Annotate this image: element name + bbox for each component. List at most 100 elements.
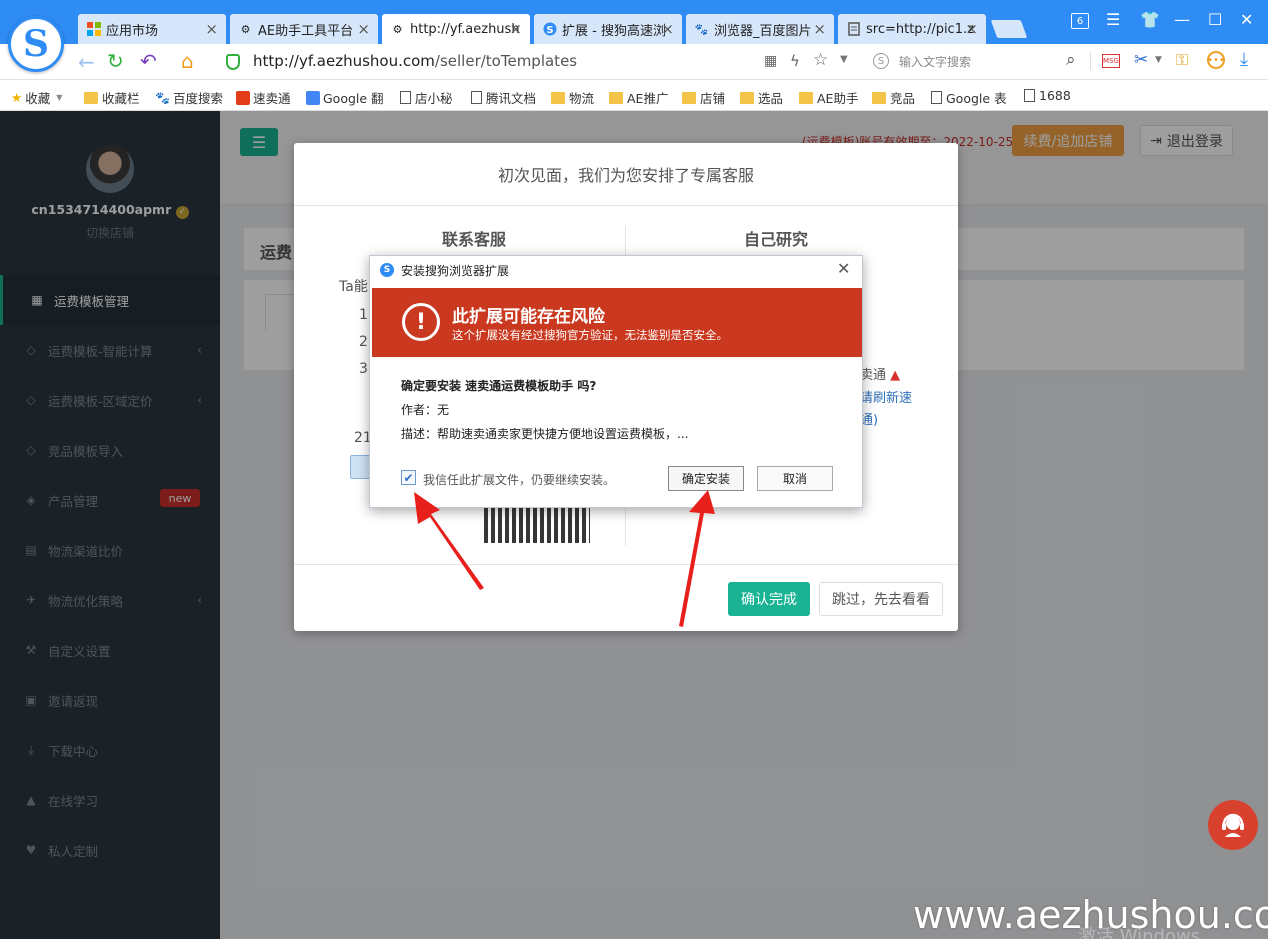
confirm-done-button[interactable]: 确认完成 [728,582,810,616]
tab-extensions[interactable]: S 扩展 - 搜狗高速浏 × [534,14,682,44]
tab-app-market[interactable]: 应用市场 × [78,14,226,44]
bookmark-favorites[interactable]: ★ 收藏 ▼ [11,88,62,107]
url-field[interactable]: http://yf.aezhushou.com/seller/toTemplat… [253,52,577,70]
bookmark-label: 百度搜索 [172,91,223,106]
bookmark-item[interactable]: 店铺 [682,88,725,107]
modal-title: 初次见面，我们为您安排了专属客服 [497,166,754,185]
right-heading: 自己研究 [744,230,809,249]
maximize-icon[interactable]: ☐ [1208,10,1222,29]
msg-icon[interactable]: MSG [1102,54,1120,68]
document-icon [846,22,861,37]
bookmark-label: AE推广 [627,91,669,106]
menu-icon[interactable]: ☰ [1106,10,1120,29]
tab-baidu-image[interactable]: 🐾 浏览器_百度图片 × [686,14,834,44]
emoji-icon[interactable]: ••• [1207,51,1225,69]
url-path: /seller/toTemplates [434,52,578,70]
folder-icon [551,91,565,104]
bookmark-item[interactable]: 物流 [551,88,594,107]
star-icon: ★ [11,90,23,105]
extension-install-dialog: S 安装搜狗浏览器扩展 ✕ ! 此扩展可能存在风险 这个扩展没有经过搜狗官方验证… [369,255,863,508]
sogou-logo[interactable]: S [8,16,64,72]
cancel-button[interactable]: 取消 [757,466,833,491]
bookmark-label: AE助手 [817,91,859,106]
bookmark-item[interactable]: AE助手 [799,88,858,107]
bookmark-item[interactable]: 店小秘 [400,88,453,107]
download-icon[interactable]: ⤓ [1240,49,1248,70]
sogou-logo-glyph: S [23,23,49,65]
undo-icon[interactable]: ↶ [140,49,157,73]
search-icon[interactable]: ⌕ [1066,50,1076,70]
divider [294,205,958,206]
url-host: http://yf.aezhushou.com [253,52,435,70]
bookmark-label: 物流 [569,91,595,106]
headset-icon [1222,813,1244,837]
document-icon [931,91,942,104]
bookmark-item[interactable]: 腾讯文档 [471,88,536,107]
baidu-paw-icon: 🐾 [694,22,709,36]
bookmark-item[interactable]: Google 翻 [306,88,384,107]
close-icon[interactable]: × [205,20,218,38]
lightning-icon[interactable]: ϟ [790,52,800,70]
bookmark-item[interactable]: 🐾 百度搜索 [155,88,223,107]
windows-activation-watermark: 激活 Windows [1078,926,1201,939]
install-question: 确定要安装 速卖通运费模板助手 吗? [401,379,597,393]
bookmark-label: 收藏 [25,91,51,106]
chevron-down-icon[interactable]: ▼ [840,54,848,65]
star-icon[interactable]: ☆ [813,50,828,70]
qr-icon[interactable]: ▦ [764,53,777,69]
google-translate-icon [306,90,320,105]
home-icon[interactable]: ⌂ [181,49,194,73]
search-input[interactable]: 输入文字搜索 [899,53,971,70]
minimize-icon[interactable]: — [1174,10,1190,29]
close-window-icon[interactable]: ✕ [1240,10,1253,29]
refresh-icon[interactable]: ↻ [107,49,124,73]
new-tab-button[interactable] [990,20,1028,38]
close-icon[interactable]: × [661,20,674,38]
refresh-link[interactable]: 请刷新速 [860,387,912,406]
bookmark-item[interactable]: Google 表 [931,88,1007,107]
bookmark-item[interactable]: 速卖通 [236,88,291,107]
qq-icon[interactable] [350,455,370,479]
close-icon[interactable]: ✕ [837,259,850,278]
bookmark-item[interactable]: AE推广 [609,88,668,107]
scissors-icon[interactable]: ✂ [1134,50,1148,70]
back-icon[interactable]: ← [78,50,95,74]
sogou-search-icon: S [873,53,889,69]
warning-subtitle: 这个扩展没有经过搜狗官方验证，无法鉴别是否安全。 [452,328,728,342]
tab-label: http://yf.aezhush [410,21,520,37]
tab-count-badge[interactable]: 6 [1071,13,1089,29]
skin-icon[interactable]: 👕 [1140,10,1160,29]
divider [1090,52,1091,70]
close-icon[interactable]: × [813,20,826,38]
folder-icon [682,91,696,104]
tab-label: 扩展 - 搜狗高速浏 [562,23,666,39]
secure-shield-icon[interactable] [226,54,240,70]
bookmark-item[interactable]: 竞品 [872,88,915,107]
bookmark-item[interactable]: 1688 [1024,88,1071,103]
app-grid-icon [86,22,101,37]
bookmark-label: 腾讯文档 [486,91,537,106]
key-icon[interactable]: ⚿ [1176,50,1188,70]
support-chat-button[interactable] [1208,800,1258,850]
bookmark-label: Google 翻 [323,91,384,106]
arrow-to-install-button [679,490,715,627]
left-heading: 联系客服 [442,230,507,249]
tab-yf-aezhushou[interactable]: ⚙ http://yf.aezhush × [382,14,530,44]
bookmark-label: 1688 [1039,88,1071,103]
warning-banner: ! 此扩展可能存在风险 这个扩展没有经过搜狗官方验证，无法鉴别是否安全。 [372,288,862,357]
chevron-down-icon[interactable]: ▼ [1155,55,1162,65]
bookmark-item[interactable]: 收藏栏 [84,88,140,107]
tab-ae-tools[interactable]: ⚙ AE助手工具平台 × [230,14,378,44]
close-icon[interactable]: × [509,20,522,38]
folder-icon [609,91,623,104]
bookmark-item[interactable]: 选品 [740,88,783,107]
folder-icon [799,91,813,104]
skip-button[interactable]: 跳过，先去看看 [819,582,943,616]
right-text-line: 卖通 ▲ [860,364,900,383]
author-text: 作者：无 [401,403,450,417]
close-icon[interactable]: × [357,20,370,38]
tab-image-src[interactable]: src=http://pic1.z × [838,14,986,44]
close-icon[interactable]: × [965,20,978,38]
document-icon [471,91,482,104]
intro-text: Ta能 [339,279,368,295]
